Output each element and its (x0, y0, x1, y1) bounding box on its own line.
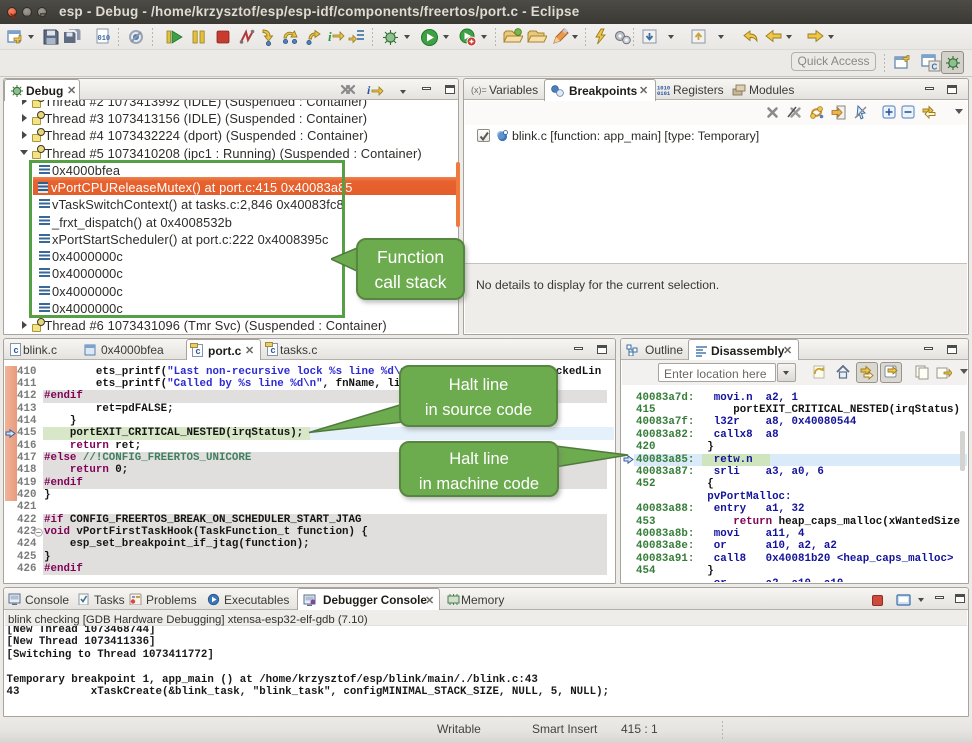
svg-text:010: 010 (98, 35, 111, 43)
svg-text:0101: 0101 (657, 90, 670, 96)
svg-text:i: i (328, 29, 332, 44)
svg-text:i: i (367, 83, 371, 97)
svg-text:C: C (932, 63, 938, 72)
